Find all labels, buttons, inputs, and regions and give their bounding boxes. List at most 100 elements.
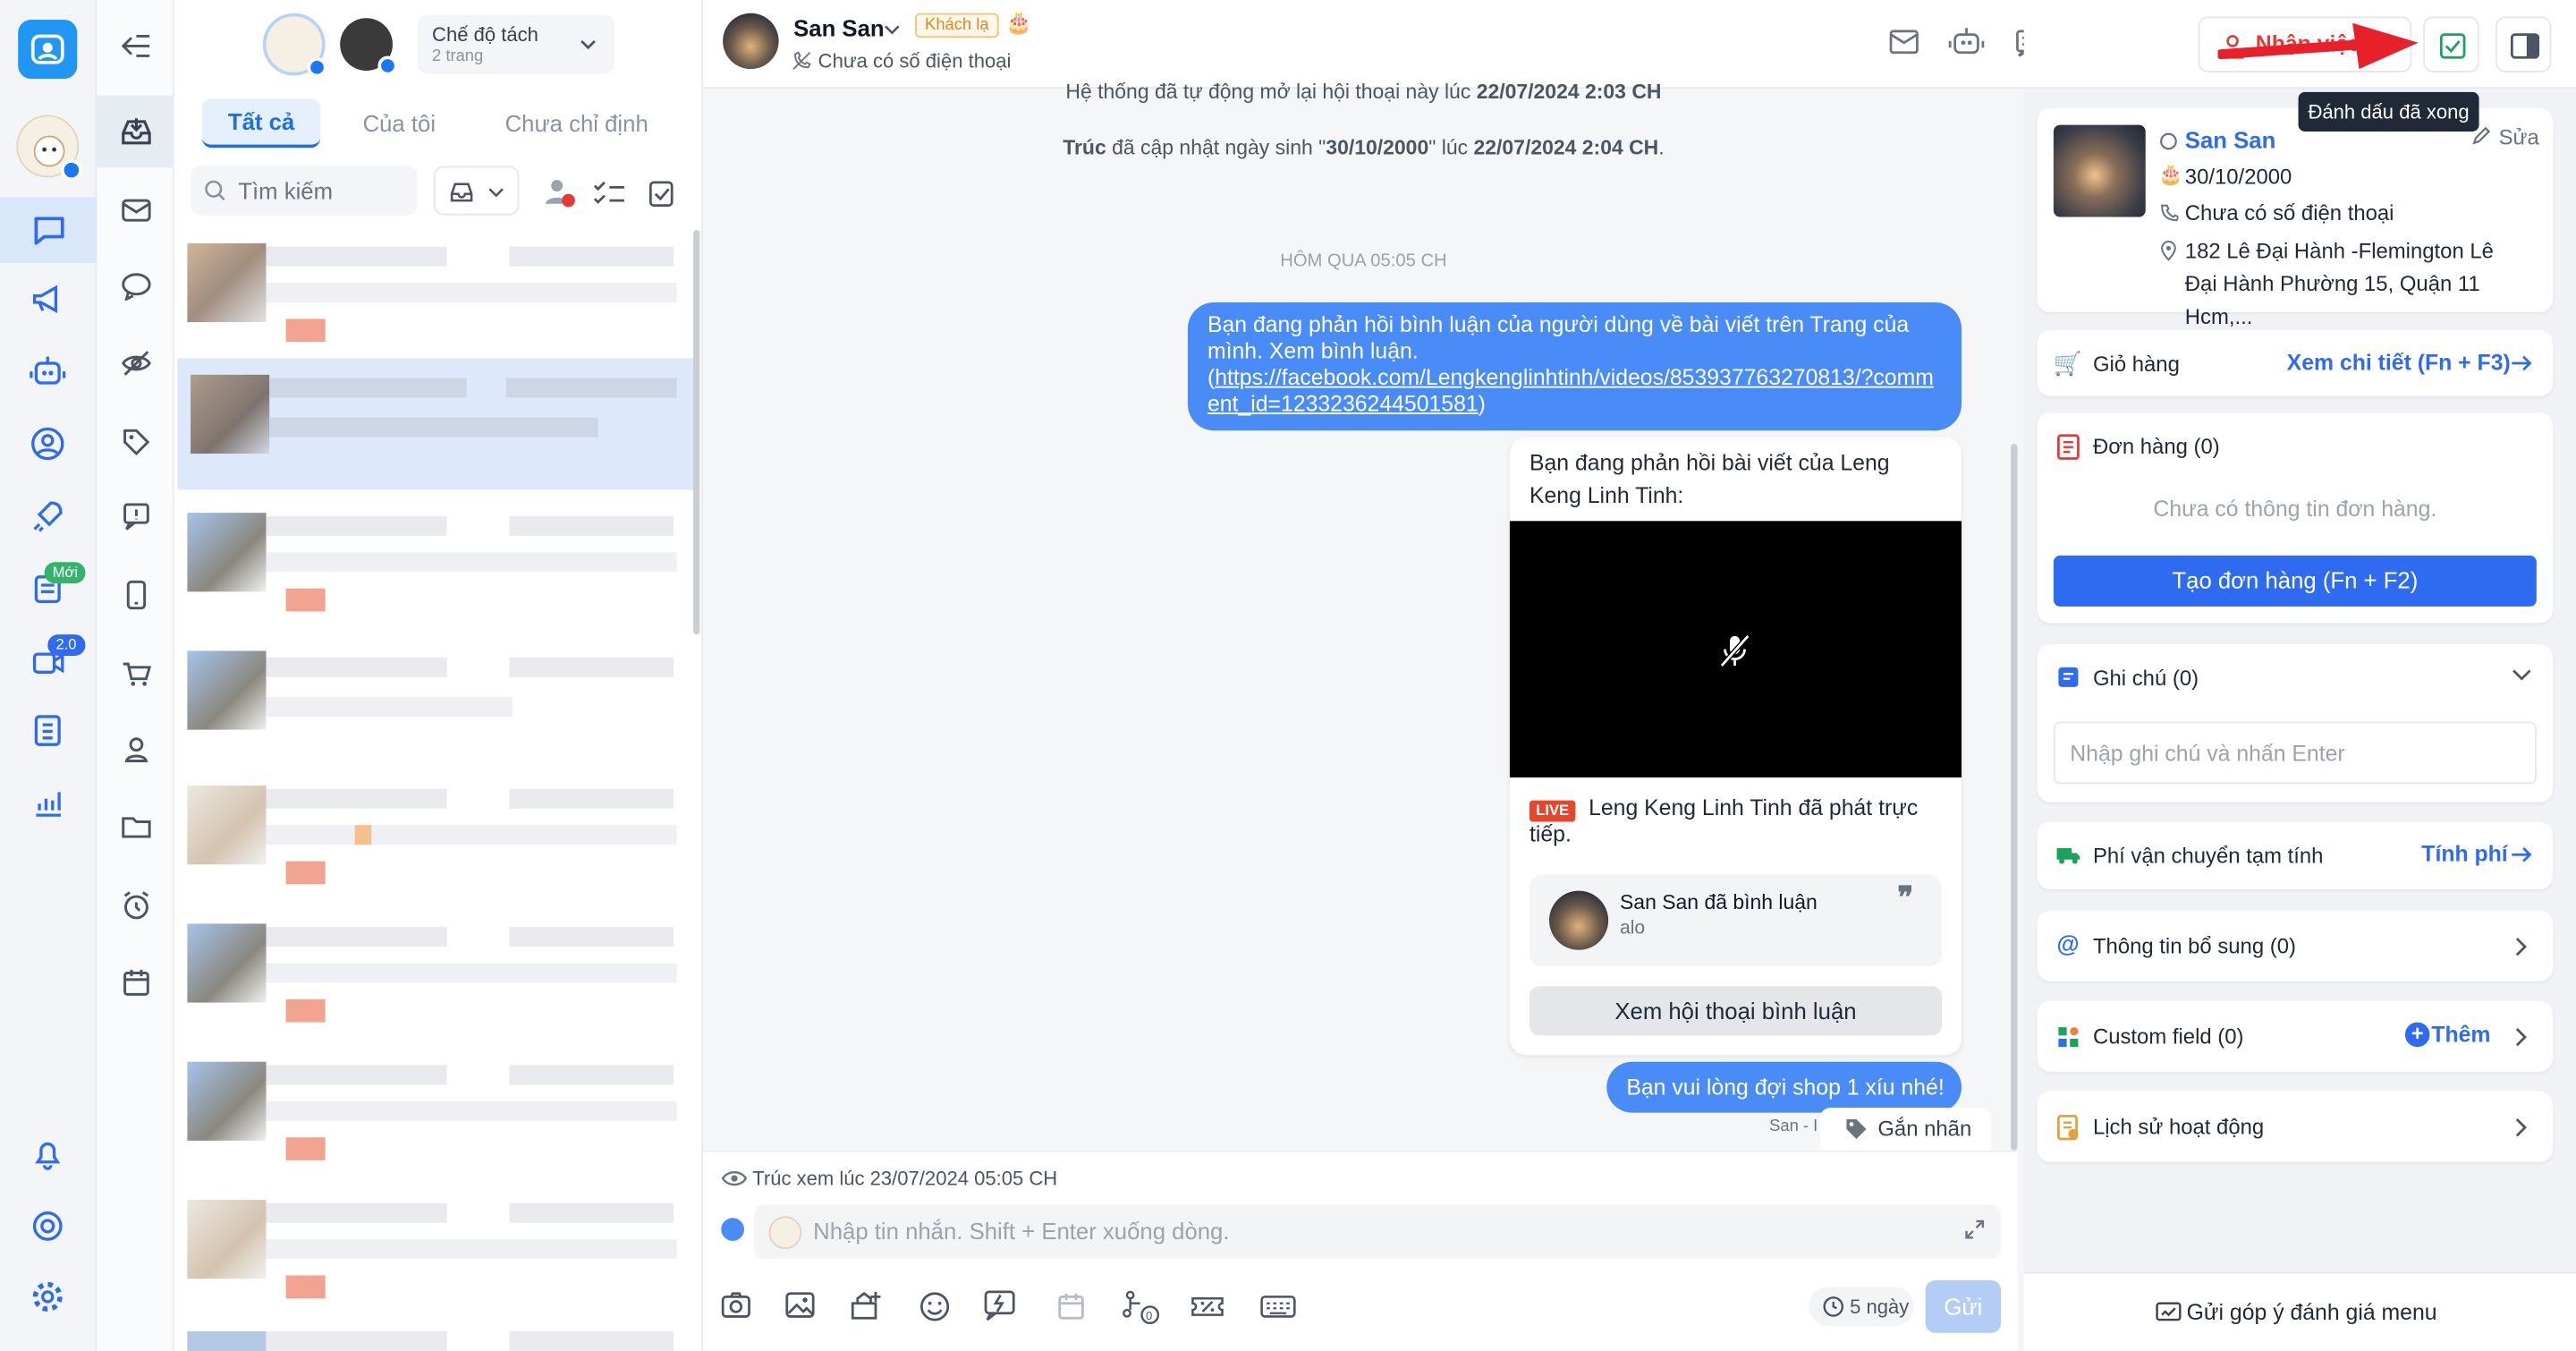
- emoji-icon[interactable]: [919, 1290, 952, 1323]
- message-input[interactable]: Nhập tin nhắn. Shift + Enter xuống dòng.: [813, 1218, 1229, 1244]
- tab-all[interactable]: Tất cả: [201, 98, 321, 149]
- phone-icon[interactable]: [97, 559, 174, 632]
- list-item[interactable]: [174, 1190, 693, 1321]
- assignee-filter-icon[interactable]: [542, 176, 578, 209]
- chevron-down-icon[interactable]: [2510, 667, 2533, 684]
- plus-icon[interactable]: +: [2404, 1022, 2430, 1048]
- view-comment-button[interactable]: Xem hội thoại bình luận: [1529, 986, 1942, 1036]
- page-avatar[interactable]: [262, 13, 327, 78]
- settings-icon[interactable]: [13, 1267, 82, 1326]
- customer-tag[interactable]: Khách lạ: [915, 13, 999, 38]
- chevron-down-icon[interactable]: [884, 23, 900, 37]
- product-icon[interactable]: [848, 1288, 884, 1321]
- mute-icon[interactable]: [1718, 633, 1751, 668]
- quick-reply-icon[interactable]: [982, 1288, 1018, 1321]
- note-input[interactable]: Nhập ghi chú và nhấn Enter: [2053, 721, 2537, 785]
- feedback-bar[interactable]: Gửi góp ý đánh giá menu: [2023, 1271, 2576, 1351]
- folder-icon[interactable]: [97, 791, 174, 863]
- workflow-icon[interactable]: 0: [1121, 1288, 1164, 1324]
- quote-icon[interactable]: ❞: [1897, 881, 1913, 916]
- page-avatar[interactable]: [16, 115, 82, 182]
- extra-info-card[interactable]: @ Thông tin bổ sung (0): [2037, 910, 2554, 981]
- list-item[interactable]: [174, 503, 693, 634]
- expiry-chip[interactable]: 5 ngày: [1809, 1287, 1914, 1327]
- alarm-icon[interactable]: [97, 870, 174, 942]
- activity-history-card[interactable]: Lịch sử hoạt động: [2037, 1091, 2554, 1162]
- chat-scrollbar[interactable]: [2011, 443, 2018, 1151]
- channel-messenger-icon[interactable]: [721, 1218, 745, 1241]
- search-box[interactable]: Tìm kiếm: [191, 166, 418, 216]
- collapse-icon[interactable]: [97, 10, 174, 82]
- list-item[interactable]: [174, 641, 693, 772]
- checklist-filter-icon[interactable]: [591, 176, 627, 209]
- support-icon[interactable]: [13, 1196, 82, 1255]
- calendar-icon[interactable]: [97, 947, 174, 1019]
- custom-field-card[interactable]: Custom field (0) + Thêm: [2037, 1000, 2554, 1072]
- search-input[interactable]: Tìm kiếm: [238, 177, 333, 203]
- eye-icon: [721, 1171, 748, 1186]
- discount-icon[interactable]: [1190, 1292, 1225, 1321]
- note-placeholder: Nhập ghi chú và nhấn Enter: [2070, 741, 2345, 767]
- edit-button[interactable]: Sửa: [2499, 125, 2539, 150]
- report-icon[interactable]: [97, 480, 174, 552]
- shipping-calc-link[interactable]: Tính phí: [2421, 842, 2507, 867]
- keyboard-icon[interactable]: [1260, 1294, 1296, 1320]
- custom-field-add[interactable]: Thêm: [2431, 1023, 2490, 1048]
- rocket-icon[interactable]: [13, 487, 82, 546]
- tab-mine[interactable]: Của tôi: [338, 98, 460, 148]
- bot-icon[interactable]: [1948, 26, 1985, 59]
- eye-off-icon[interactable]: [97, 327, 174, 400]
- comment-preview[interactable]: San San đã bình luận alo ❞: [1529, 874, 1942, 967]
- image-icon[interactable]: [784, 1290, 817, 1320]
- activity-history-title: Lịch sử hoạt động: [2092, 1114, 2265, 1140]
- list-scrollbar[interactable]: [693, 230, 700, 635]
- message-bubble-outgoing[interactable]: Bạn vui lòng đợi shop 1 xíu nhé!: [1606, 1061, 1962, 1113]
- contact-avatar[interactable]: [723, 13, 779, 70]
- mail-icon[interactable]: [97, 174, 174, 247]
- send-button[interactable]: Gửi: [1925, 1280, 2002, 1333]
- list-item[interactable]: [174, 913, 693, 1045]
- comment-icon[interactable]: [97, 250, 174, 322]
- app-logo-icon[interactable]: [18, 20, 78, 80]
- mark-done-button[interactable]: [2423, 16, 2479, 72]
- video-player[interactable]: [1509, 521, 1962, 777]
- list-item[interactable]: [174, 776, 693, 907]
- camera-icon[interactable]: [719, 1290, 752, 1320]
- message-input-box[interactable]: Nhập tin nhắn. Shift + Enter xuống dòng.: [754, 1204, 2002, 1260]
- page-avatar[interactable]: [340, 18, 398, 76]
- inbox-icon[interactable]: [97, 95, 174, 168]
- bot-icon[interactable]: [13, 342, 82, 401]
- user-circle-icon[interactable]: [13, 414, 82, 473]
- megaphone-icon[interactable]: [13, 269, 82, 328]
- bell-icon[interactable]: [13, 1125, 82, 1184]
- shipping-card[interactable]: Phí vận chuyển tạm tính Tính phí: [2037, 821, 2554, 889]
- create-order-button[interactable]: Tạo đơn hàng (Fn + F2): [2053, 555, 2537, 607]
- customer-name[interactable]: San San: [2185, 126, 2275, 152]
- mode-dropdown[interactable]: Chế độ tách 2 trang: [417, 14, 614, 74]
- tag-button[interactable]: Gắn nhãn: [1820, 1108, 1992, 1151]
- seen-status: Trúc xem lúc 23/07/2024 05:05 CH: [752, 1167, 1058, 1190]
- mark-done-filter-icon[interactable]: [648, 176, 677, 209]
- tab-unassigned[interactable]: Chưa chỉ định: [479, 98, 674, 148]
- list-item[interactable]: [177, 358, 697, 490]
- chart-icon[interactable]: [13, 772, 82, 831]
- cart-icon[interactable]: [97, 638, 174, 710]
- list-item[interactable]: [174, 234, 693, 365]
- calendar-icon[interactable]: [1056, 1292, 1086, 1321]
- cart-detail-link[interactable]: Xem chi tiết (Fn + F3): [2287, 350, 2511, 375]
- mail-check-icon[interactable]: [1887, 28, 1920, 57]
- contact-icon[interactable]: [97, 713, 174, 786]
- cart-card[interactable]: 🛒 Giỏ hàng Xem chi tiết (Fn + F3): [2037, 330, 2554, 396]
- list-item[interactable]: [174, 1325, 693, 1351]
- message-bubble-outgoing[interactable]: Bạn đang phản hồi bình luận của người dù…: [1187, 302, 1962, 431]
- expand-icon[interactable]: [1963, 1218, 1987, 1241]
- toggle-panel-button[interactable]: [2495, 16, 2552, 72]
- contact-name[interactable]: San San: [793, 15, 884, 41]
- filter-dropdown[interactable]: [433, 166, 520, 216]
- chat-icon[interactable]: [0, 197, 97, 263]
- comment-link[interactable]: https://facebook.com/Lengkenglinhtinh/vi…: [1208, 365, 1934, 416]
- tag-icon[interactable]: [97, 404, 174, 477]
- checklist-icon[interactable]: [13, 701, 82, 760]
- cart-title: Giỏ hàng: [2092, 352, 2180, 377]
- list-item[interactable]: [174, 1052, 693, 1184]
